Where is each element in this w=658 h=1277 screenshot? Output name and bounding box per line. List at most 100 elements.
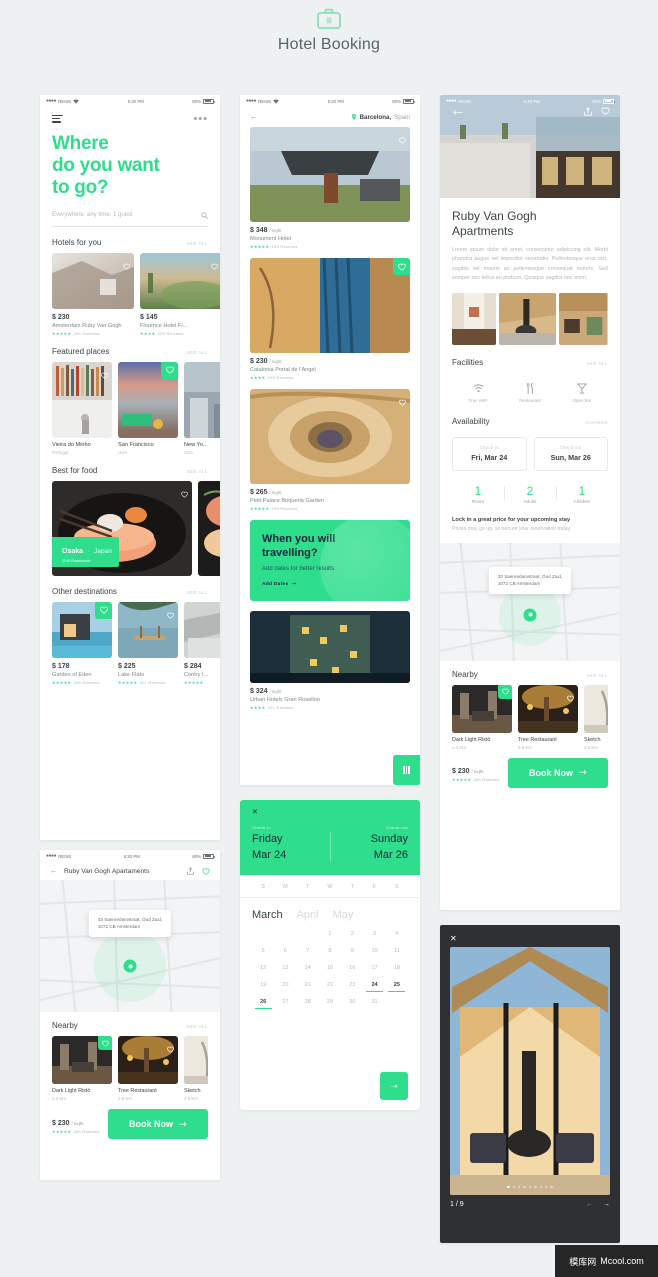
map-view[interactable]: 33 Saenredamstraat, Oud Zuid, 1072 CB Am… [440, 542, 620, 661]
calendar-day[interactable]: 12 [252, 963, 274, 973]
calendar-day[interactable]: 27 [274, 997, 296, 1007]
list-item[interactable]: San Francisco USA [118, 361, 178, 455]
heart-icon[interactable] [202, 867, 210, 875]
share-icon[interactable] [187, 867, 194, 875]
calendar-day[interactable]: 19 [252, 980, 274, 990]
facility-item[interactable]: Restaurant [504, 382, 556, 403]
list-item[interactable]: $ 265 / night Petit Palace Boqueria Gard… [240, 389, 420, 511]
calendar-day[interactable]: 15 [319, 963, 341, 973]
heart-icon[interactable] [167, 606, 174, 619]
calendar-day[interactable]: 28 [297, 997, 319, 1007]
other-destinations-list[interactable]: $ 178 Garden of Eden ★★★★★ 465 Reviews $ … [40, 601, 220, 685]
list-item[interactable]: $ 145 Florence Hotel Fl... ★★★★ 320 Revie… [140, 252, 220, 336]
heart-icon[interactable] [123, 257, 130, 270]
carousel-dot[interactable] [523, 1185, 526, 1188]
featured-places-list[interactable]: Vieira do Minho Portugal San Francisco U… [40, 361, 220, 455]
see-all-link[interactable]: SEE ALL [186, 241, 208, 246]
close-icon[interactable]: ✕ [252, 808, 408, 816]
heart-icon[interactable] [498, 684, 512, 699]
carousel-dot[interactable] [528, 1185, 532, 1188]
calendar-day[interactable]: 10 [363, 946, 385, 956]
best-for-food-list[interactable]: Osaka · Japan 1245 Restaurants [40, 480, 220, 576]
list-item[interactable] [198, 480, 220, 576]
heart-icon[interactable] [101, 366, 108, 379]
back-arrow-icon[interactable]: ← [250, 113, 258, 121]
see-all-link[interactable]: SEE ALL [186, 469, 208, 474]
close-icon[interactable]: ✕ [440, 925, 620, 943]
list-item[interactable]: Sketch 4.5 Km [184, 1036, 208, 1101]
ellipsis-icon[interactable]: ••• [193, 113, 208, 124]
carousel-dot[interactable] [550, 1185, 553, 1188]
list-item[interactable]: Osaka · Japan 1245 Restaurants [52, 480, 192, 576]
heart-icon[interactable] [161, 361, 178, 379]
calendar-day[interactable]: 21 [297, 980, 319, 990]
heart-icon[interactable] [98, 1036, 112, 1050]
list-item[interactable]: Dark Light Ristò 1.3 Km [52, 1036, 112, 1101]
tab-march[interactable]: March [252, 909, 283, 921]
location-label[interactable]: Barcelona, Spain [351, 114, 410, 121]
calendar-day[interactable]: 6 [274, 946, 296, 956]
see-all-link[interactable]: SEE ALL [186, 1024, 208, 1029]
calendar-day[interactable]: 11 [386, 946, 408, 956]
calendar-day[interactable]: 14 [297, 963, 319, 973]
list-item[interactable]: Tree Restaurant 2.8 Km [518, 684, 578, 750]
map-marker[interactable] [123, 959, 137, 973]
list-item[interactable]: Sketch 4.5 Km [584, 684, 608, 750]
arrow-right-icon[interactable]: → [603, 1201, 610, 1208]
calendar-day[interactable]: 2 [341, 929, 363, 939]
see-all-link[interactable]: SEE ALL [186, 590, 208, 595]
calendar-day[interactable]: 17 [363, 963, 385, 973]
nearby-list[interactable]: Dark Light Ristò 1.3 Km Tree Restaurant … [52, 1036, 208, 1101]
heart-icon[interactable] [95, 601, 112, 619]
calendar-day[interactable]: 7 [297, 946, 319, 956]
nearby-list[interactable]: Dark Light Ristò 1.3 Km Tree Restaurant … [452, 684, 608, 750]
gallery-thumb[interactable] [499, 292, 557, 345]
map-marker[interactable] [523, 608, 537, 622]
list-item[interactable]: $ 178 Garden of Eden ★★★★★ 465 Reviews [52, 601, 112, 685]
gallery-thumb[interactable] [559, 292, 609, 345]
list-item[interactable]: $ 284 Contry I... ★★★★★ [184, 601, 220, 685]
list-item[interactable]: $ 230 / night Catalonia Portal de l'Ange… [240, 258, 420, 380]
carousel-dot[interactable] [518, 1185, 521, 1188]
calendar-day[interactable]: 18 [386, 963, 408, 973]
heart-icon[interactable] [567, 689, 574, 702]
facility-item[interactable]: Free WiFi [452, 382, 504, 403]
heart-icon[interactable] [399, 131, 406, 144]
gallery-thumb[interactable] [452, 292, 497, 345]
calendar-next-button[interactable]: ➝ [380, 1072, 408, 1100]
calendar-day[interactable]: 5 [252, 946, 274, 956]
promo-card[interactable]: When you will travelling? Add dates for … [250, 520, 410, 601]
calendar-grid[interactable]: 1 2 3 4 5 6 7 8 9 10 11 12 13 14 15 16 17 18 19 20 21 22 23 24 2… [240, 925, 420, 1010]
count-rooms[interactable]: 1 Room [452, 484, 504, 504]
heart-icon[interactable] [211, 257, 218, 270]
calendar-day[interactable]: 26 [252, 997, 274, 1010]
list-item[interactable]: Tree Restaurant 2.8 Km [118, 1036, 178, 1101]
heart-icon[interactable] [601, 106, 610, 115]
calendar-day[interactable]: 30 [341, 997, 363, 1007]
hamburger-icon[interactable] [52, 115, 63, 123]
see-all-link[interactable]: SEE ALL [186, 350, 208, 355]
carousel-dot[interactable] [544, 1185, 548, 1188]
calendar-day[interactable]: 9 [341, 946, 363, 956]
calendar-day[interactable]: 23 [341, 980, 363, 990]
carousel-dot[interactable] [512, 1185, 516, 1188]
list-item[interactable]: Dark Light Ristò 1.3 Km [452, 684, 512, 750]
list-item[interactable]: Vieira do Minho Portugal [52, 361, 112, 455]
see-all-link[interactable]: SEE ALL [586, 673, 608, 678]
search-input[interactable]: Everywhere, any time, 1 guest [52, 212, 208, 227]
hotels-for-you-list[interactable]: $ 230 Amsterdam Ruby Van Gogh ★★★★★ 285 R… [40, 252, 220, 336]
calendar-day[interactable]: 29 [319, 997, 341, 1007]
arrow-left-icon[interactable]: ← [586, 1201, 593, 1208]
calendar-day[interactable]: 4 [386, 929, 408, 939]
calendar-day[interactable]: 20 [274, 980, 296, 990]
calendar-day[interactable]: 22 [319, 980, 341, 990]
list-item[interactable]: $ 225 Lake Flato ★★★★★ 321 Reviews [118, 601, 178, 685]
photo-gallery[interactable] [452, 292, 609, 345]
list-item[interactable]: New Yo... USA [184, 361, 220, 455]
calendar-day[interactable]: 8 [319, 946, 341, 956]
list-item[interactable]: $ 348 / night Monument Hotel ★★★★★ 295 Re… [240, 127, 420, 249]
list-item[interactable]: $ 230 Amsterdam Ruby Van Gogh ★★★★★ 285 R… [52, 252, 134, 336]
back-arrow-icon[interactable]: ← [50, 867, 58, 875]
carousel-dot[interactable] [534, 1185, 537, 1188]
heart-icon[interactable] [399, 393, 406, 406]
